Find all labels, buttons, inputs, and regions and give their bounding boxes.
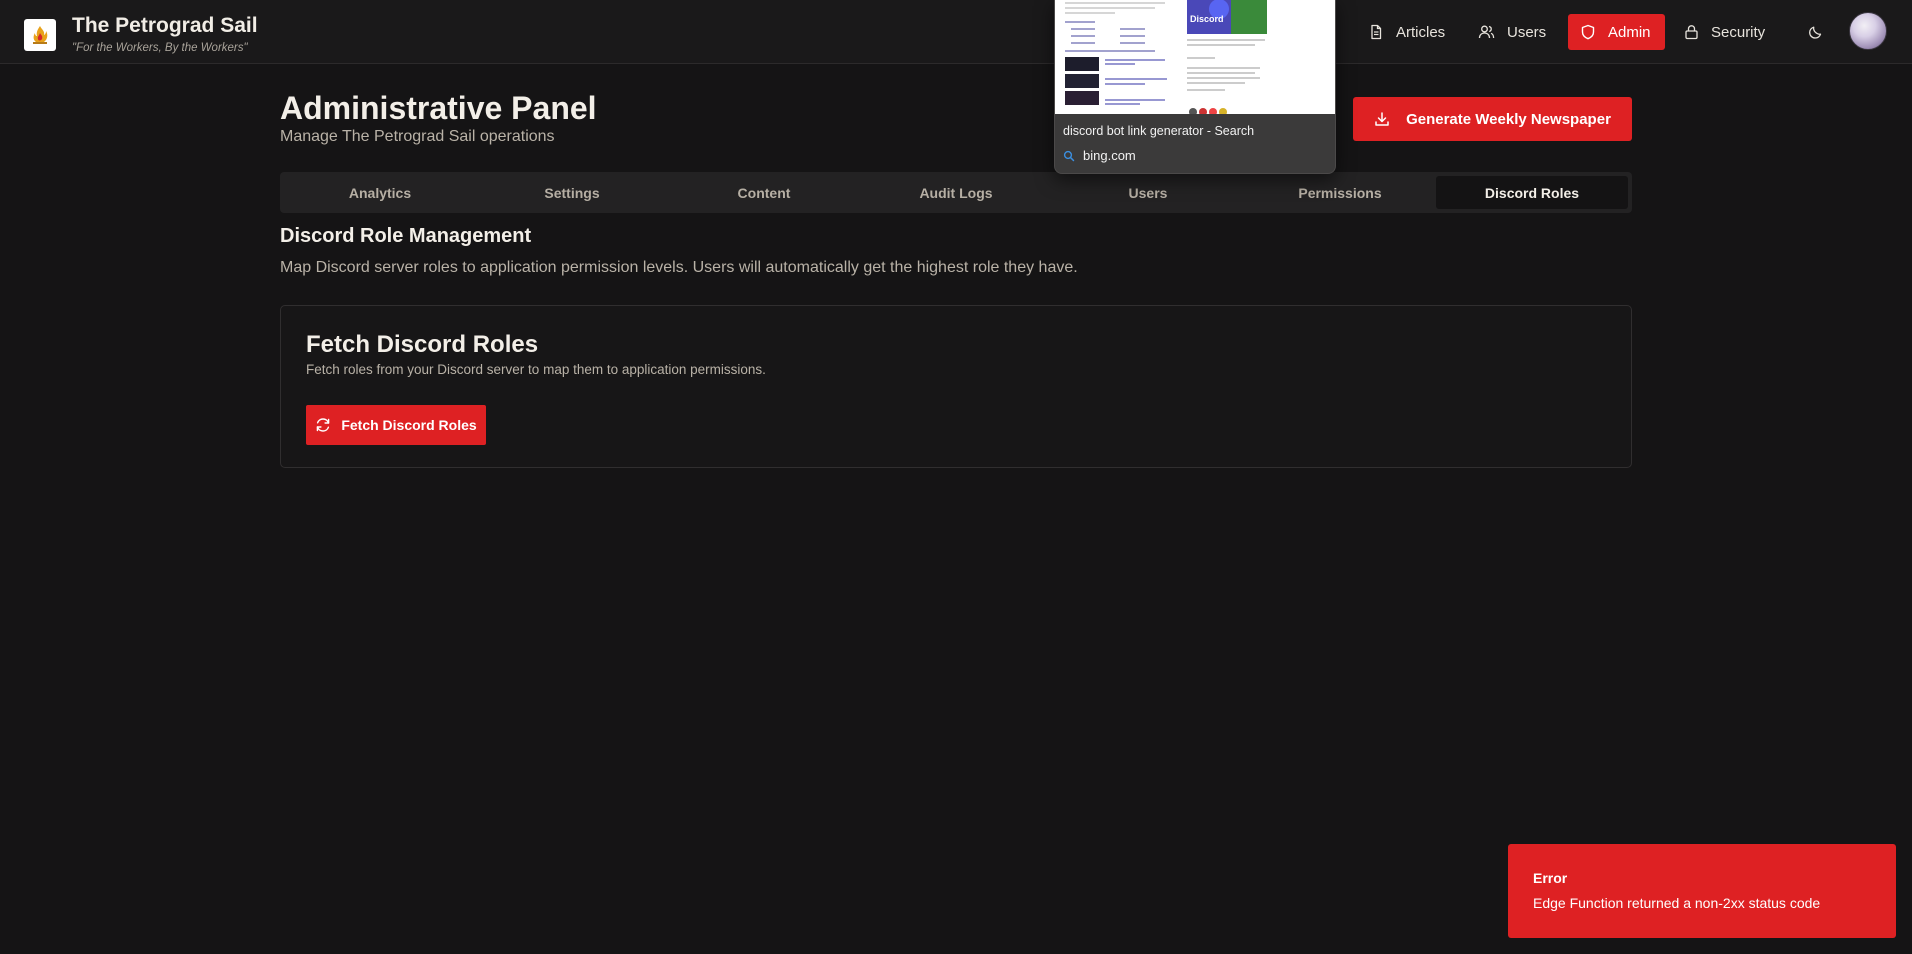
tab-preview-url: bing.com — [1063, 148, 1136, 163]
fetch-discord-roles-label: Fetch Discord Roles — [341, 417, 477, 433]
admin-tabs: Analytics Settings Content Audit Logs Us… — [280, 172, 1632, 213]
top-navigation-bar: The Petrograd Sail "For the Workers, By … — [0, 0, 1912, 64]
download-icon — [1375, 112, 1389, 126]
tab-preview-title: discord bot link generator - Search — [1063, 124, 1255, 138]
tab-analytics[interactable]: Analytics — [284, 176, 476, 209]
tab-preview-url-text: bing.com — [1083, 148, 1136, 163]
nav-users[interactable]: Users — [1478, 14, 1546, 50]
page-title: Administrative Panel — [280, 90, 597, 126]
tab-users[interactable]: Users — [1052, 176, 1244, 209]
main-nav: Articles Users Admin Security — [0, 14, 1912, 50]
nav-admin[interactable]: Admin — [1568, 14, 1665, 50]
tab-content[interactable]: Content — [668, 176, 860, 209]
tab-discord-roles[interactable]: Discord Roles — [1436, 176, 1628, 209]
generate-weekly-newspaper-button[interactable]: Generate Weekly Newspaper — [1353, 97, 1632, 141]
nav-users-label: Users — [1507, 23, 1547, 41]
theme-toggle[interactable] — [1803, 14, 1827, 50]
section-description: Map Discord server roles to application … — [280, 259, 1078, 276]
tab-audit-logs[interactable]: Audit Logs — [860, 176, 1052, 209]
tab-settings[interactable]: Settings — [476, 176, 668, 209]
fetch-discord-roles-button[interactable]: Fetch Discord Roles — [306, 405, 486, 445]
avatar[interactable] — [1849, 12, 1887, 50]
browser-tab-preview[interactable]: Discord discord bot link generator - Sea… — [1054, 0, 1336, 174]
moon-icon — [1808, 26, 1821, 39]
card-title: Fetch Discord Roles — [306, 331, 539, 358]
error-toast[interactable]: Error Edge Function returned a non-2xx s… — [1508, 844, 1896, 938]
search-icon — [1063, 150, 1075, 161]
nav-articles-label: Articles — [1396, 23, 1446, 41]
nav-security[interactable]: Security — [1684, 14, 1765, 50]
page-subtitle: Manage The Petrograd Sail operations — [280, 128, 555, 145]
refresh-icon — [317, 418, 330, 432]
users-icon — [1478, 25, 1495, 39]
nav-admin-label: Admin — [1608, 23, 1651, 41]
card-description: Fetch roles from your Discord server to … — [306, 362, 766, 377]
thumbnail-discord-text: Discord — [1190, 14, 1224, 24]
lock-icon — [1685, 25, 1698, 40]
document-icon — [1371, 24, 1382, 40]
nav-security-label: Security — [1711, 23, 1766, 41]
toast-message: Edge Function returned a non-2xx status … — [1533, 895, 1821, 911]
search-page-thumbnail-image: Discord — [1055, 0, 1335, 114]
tab-preview-thumbnail: Discord — [1055, 0, 1335, 114]
toast-title: Error — [1533, 870, 1568, 886]
generate-weekly-newspaper-label: Generate Weekly Newspaper — [1406, 110, 1611, 128]
nav-articles[interactable]: Articles — [1368, 14, 1445, 50]
shield-icon — [1581, 24, 1595, 40]
tab-permissions[interactable]: Permissions — [1244, 176, 1436, 209]
fetch-roles-card: Fetch Discord Roles Fetch roles from you… — [280, 305, 1632, 468]
section-title: Discord Role Management — [280, 225, 532, 247]
